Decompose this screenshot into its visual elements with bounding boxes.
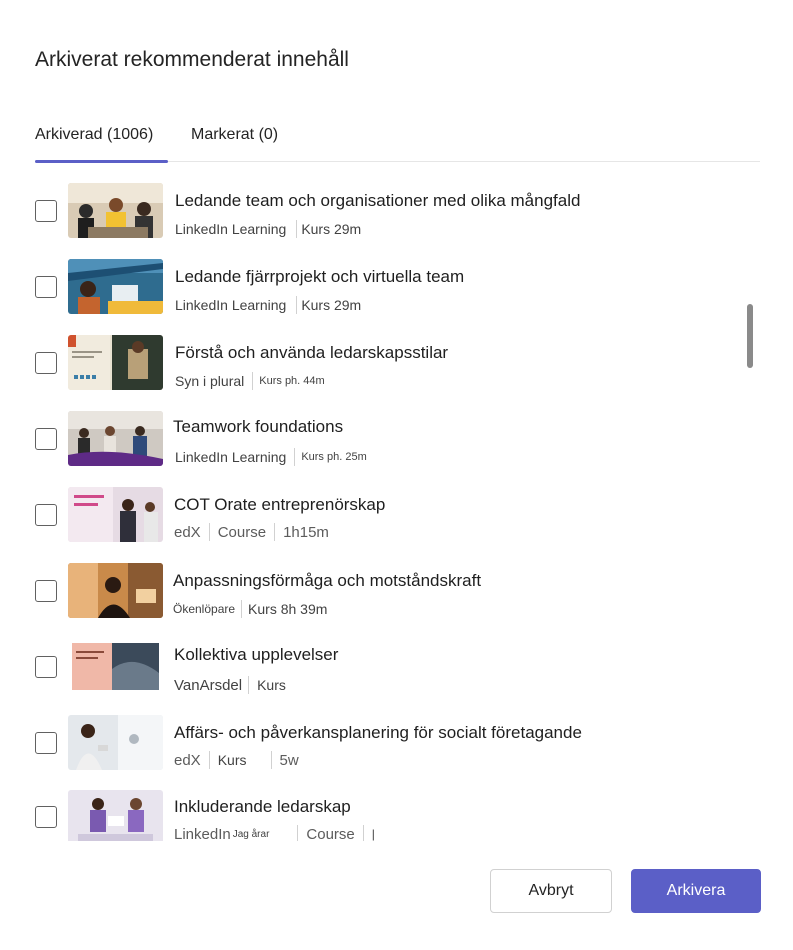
item-info: Kurs xyxy=(217,752,247,768)
item-info: Kurs 8h 39m xyxy=(248,601,328,617)
meta-divider xyxy=(208,523,210,541)
item-duration: | xyxy=(371,827,375,841)
item-meta: LinkedIn Learning Kurs 29m xyxy=(175,220,361,238)
item-info: Kurs ph. 25m xyxy=(301,451,367,463)
item-provider: LinkedIn Learning xyxy=(175,449,287,465)
list-item[interactable]: Kollektiva upplevelser VanArsdel Kurs xyxy=(0,639,793,715)
item-checkbox[interactable] xyxy=(35,352,57,374)
course-thumbnail xyxy=(68,183,163,238)
list-item[interactable]: Ledande fjärrprojekt och virtuella team … xyxy=(0,259,793,335)
item-info: Course xyxy=(217,523,267,541)
meta-divider xyxy=(208,751,210,769)
item-title: Förstå och använda ledarskapsstilar xyxy=(175,343,449,362)
item-checkbox[interactable] xyxy=(35,580,57,602)
item-meta: Syn i plural Kurs ph. 44m xyxy=(175,372,325,390)
item-title: COT Orate entreprenörskap xyxy=(174,495,386,514)
item-title: Teamwork foundations xyxy=(173,417,344,436)
course-thumbnail xyxy=(68,335,163,390)
list-item[interactable]: COT Orate entreprenörskap edX Course 1h1… xyxy=(0,487,793,563)
item-provider: Ökenlöpare xyxy=(173,602,236,616)
item-provider: Syn i plural xyxy=(175,373,245,389)
item-checkbox[interactable] xyxy=(35,276,57,298)
item-title: Kollektiva upplevelser xyxy=(174,645,339,664)
item-meta: VanArsdel Kurs xyxy=(174,676,286,694)
list-item[interactable]: Teamwork foundations LinkedIn Learning K… xyxy=(0,411,793,487)
item-meta: LinkedIn Jag årar Course | xyxy=(174,825,375,841)
item-checkbox[interactable] xyxy=(35,656,57,678)
item-provider: LinkedIn xyxy=(174,825,231,842)
item-duration: 5w xyxy=(279,751,299,769)
tab-selected-label: Markerat (0) xyxy=(191,126,279,143)
meta-divider xyxy=(296,296,298,314)
meta-divider xyxy=(274,523,276,541)
course-thumbnail xyxy=(68,790,163,841)
item-checkbox[interactable] xyxy=(35,200,57,222)
item-checkbox[interactable] xyxy=(35,732,57,754)
meta-divider xyxy=(241,600,243,618)
archive-button[interactable]: Arkivera xyxy=(631,869,761,913)
item-info: Kurs xyxy=(257,677,286,693)
item-provider: LinkedIn Learning xyxy=(175,297,287,313)
tab-list: Arkiverad (1006) Markerat (0) xyxy=(35,126,760,163)
item-info: Course xyxy=(306,825,355,842)
item-provider: VanArsdel xyxy=(174,676,243,694)
item-info: Kurs 29m xyxy=(301,297,362,313)
item-meta: LinkedIn Learning Kurs 29m xyxy=(175,296,361,314)
item-title: Inkluderande ledarskap xyxy=(174,797,351,816)
list-item[interactable]: Ledande team och organisationer med olik… xyxy=(0,183,793,259)
course-thumbnail xyxy=(68,259,163,314)
item-checkbox[interactable] xyxy=(35,806,57,828)
meta-divider xyxy=(270,751,272,769)
meta-divider xyxy=(362,825,364,841)
course-thumbnail xyxy=(68,715,163,770)
item-info: Kurs 29m xyxy=(301,221,362,237)
item-meta: Ökenlöpare Kurs 8h 39m xyxy=(173,600,327,618)
item-provider: edX xyxy=(174,523,201,541)
item-provider: LinkedIn Learning xyxy=(175,221,287,237)
tab-archived[interactable]: Arkiverad (1006) xyxy=(35,126,168,163)
content-list[interactable]: Ledande team och organisationer med olik… xyxy=(0,163,793,841)
meta-divider xyxy=(248,676,250,694)
item-duration: 1h15m xyxy=(283,523,329,541)
item-meta: edX Course 1h15m xyxy=(174,523,329,541)
cancel-button[interactable]: Avbryt xyxy=(490,869,612,913)
meta-divider xyxy=(297,825,299,841)
course-thumbnail xyxy=(68,487,163,542)
course-thumbnail xyxy=(68,639,163,694)
list-item[interactable]: Affärs- och påverkansplanering för socia… xyxy=(0,715,793,791)
course-thumbnail xyxy=(68,563,163,618)
item-checkbox[interactable] xyxy=(35,428,57,450)
item-meta: edX Kurs 5w xyxy=(174,751,299,769)
item-checkbox[interactable] xyxy=(35,504,57,526)
list-item[interactable]: Förstå och använda ledarskapsstilar Syn … xyxy=(0,335,793,411)
item-title: Anpassningsförmåga och motståndskraft xyxy=(173,571,482,590)
item-title: Affärs- och påverkansplanering för socia… xyxy=(174,723,582,742)
dialog-title: Arkiverat rekommenderat innehåll xyxy=(35,48,349,71)
list-item[interactable]: Inkluderande ledarskap LinkedIn Jag årar… xyxy=(0,790,793,841)
item-info: Kurs ph. 44m xyxy=(259,375,325,387)
list-item[interactable]: Anpassningsförmåga och motståndskraft Ök… xyxy=(0,563,793,639)
tab-archived-label: Arkiverad (1006) xyxy=(35,126,154,143)
meta-divider xyxy=(296,220,298,238)
meta-divider xyxy=(294,448,296,466)
item-provider: edX xyxy=(174,751,201,769)
item-title: Ledande fjärrprojekt och virtuella team xyxy=(175,267,465,286)
tab-selected[interactable]: Markerat (0) xyxy=(191,126,278,162)
scrollbar-thumb[interactable] xyxy=(747,304,753,368)
meta-divider xyxy=(252,372,254,390)
course-thumbnail xyxy=(68,411,163,466)
archive-dialog: Arkiverat rekommenderat innehåll Arkiver… xyxy=(0,0,793,950)
item-meta: LinkedIn Learning Kurs ph. 25m xyxy=(175,448,367,466)
item-title: Ledande team och organisationer med olik… xyxy=(175,191,581,210)
item-provider-suffix: Jag årar xyxy=(232,828,270,840)
